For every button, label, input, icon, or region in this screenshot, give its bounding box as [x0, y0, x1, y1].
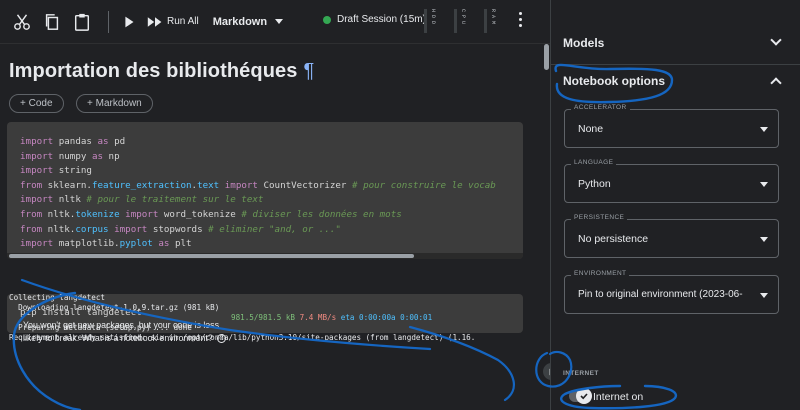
code-line: from nltk.tokenize import word_tokenize … [20, 208, 402, 220]
environment-note-text: You won't get new packages, but your cod… [23, 320, 219, 343]
persistence-select[interactable]: PERSISTENCE No persistence [564, 214, 779, 258]
code-line: import pandas as pd [20, 136, 126, 147]
notebook-toolbar: Run All Markdown [0, 0, 550, 44]
dropdown-arrow-icon [760, 182, 768, 187]
code-line: import string [20, 165, 92, 177]
run-all-button[interactable]: Run All [147, 16, 199, 28]
add-code-label: + Code [20, 98, 53, 109]
run-all-label: Run All [167, 16, 199, 27]
language-select[interactable]: LANGUAGE Python [564, 159, 779, 203]
divider [551, 64, 800, 65]
settings-panel: Models Notebook options ACCELERATOR None… [550, 0, 800, 410]
add-markdown-label: + Markdown [87, 98, 142, 109]
output-progress-eta: eta 0:00:00a 0:00:01 [340, 313, 433, 322]
notebook-scrollbar[interactable] [543, 44, 550, 410]
code-line: from nltk.corpus import stopwords # elim… [20, 223, 341, 235]
output-progress-speed: 7.4 MB/s [299, 313, 337, 322]
run-icon[interactable] [117, 10, 141, 34]
paste-icon[interactable] [70, 10, 94, 34]
heading-anchor-link[interactable]: ¶ [303, 60, 314, 82]
session-status[interactable]: Draft Session (15m) [323, 14, 426, 25]
accelerator-value: None [578, 123, 604, 135]
markdown-heading: Importation des bibliothéques ¶ [9, 60, 314, 83]
environment-label: ENVIRONMENT [571, 270, 630, 277]
ram-meter[interactable]: R A M [484, 9, 496, 33]
hdd-meter-bar [424, 9, 427, 33]
persistence-label: PERSISTENCE [571, 214, 628, 221]
scrollbar-thumb[interactable] [9, 254, 414, 258]
add-markdown-button[interactable]: + Markdown [76, 94, 153, 113]
dropdown-arrow-icon [760, 293, 768, 298]
output-line: Collecting langdetect [9, 293, 106, 302]
run-all-icon [147, 16, 162, 27]
code-line: import matplotlib.pyplot as plt [20, 238, 192, 250]
language-label: LANGUAGE [571, 159, 617, 166]
output-line: Downloading langdetect-1.0.9.tar.gz (981… [9, 303, 220, 312]
copy-icon[interactable] [40, 10, 64, 34]
cpu-meter-bar [454, 9, 457, 33]
code-line: from sklearn.feature_extraction.text imp… [20, 179, 496, 191]
horizontal-scrollbar[interactable] [7, 253, 523, 259]
notebook-cells-area: Importation des bibliothéques ¶ + Code + … [0, 44, 543, 410]
persistence-value: No persistence [578, 233, 649, 245]
markdown-heading-text: Importation des bibliothéques [9, 60, 298, 82]
help-icon[interactable]: ? [217, 334, 227, 344]
models-section-header[interactable]: Models [563, 36, 604, 50]
dropdown-arrow-icon [760, 237, 768, 242]
environment-value: Pin to original environment (2023-06- [578, 289, 743, 300]
add-code-button[interactable]: + Code [9, 94, 64, 113]
ram-meter-label: R A M [490, 9, 496, 25]
check-icon [576, 388, 592, 404]
session-status-dot [323, 15, 331, 24]
accelerator-select[interactable]: ACCELERATOR None [564, 104, 779, 148]
hdd-meter[interactable]: H D D [424, 9, 436, 33]
more-options-icon[interactable] [519, 12, 522, 27]
session-status-label: Draft Session (15m) [337, 14, 426, 25]
internet-toggle[interactable] [569, 388, 592, 404]
cpu-meter-label: C P U [460, 9, 466, 25]
ram-meter-bar [484, 9, 487, 33]
code-editor[interactable]: import pandas as pd import numpy as np i… [20, 135, 496, 252]
code-line: import numpy as np [20, 150, 120, 162]
notebook-options-header[interactable]: Notebook options [563, 74, 665, 88]
scrollbar-thumb[interactable] [544, 44, 549, 70]
kaggle-notebook-editor: Run All Markdown Draft Session (15m) H D… [0, 0, 800, 410]
language-value: Python [578, 178, 611, 190]
chevron-down-icon [275, 19, 284, 24]
cell-type-select[interactable]: Markdown [212, 15, 284, 28]
cpu-meter[interactable]: C P U [454, 9, 466, 33]
internet-section-label: INTERNET [563, 370, 599, 377]
chevron-down-icon[interactable] [770, 34, 782, 46]
hdd-meter-label: H D D [430, 9, 436, 25]
environment-select[interactable]: ENVIRONMENT Pin to original environment … [564, 270, 779, 314]
output-progress-sizes: 981.5/981.5 kB [231, 313, 296, 322]
code-cell-imports[interactable]: import pandas as pd import numpy as np i… [7, 122, 523, 259]
accelerator-label: ACCELERATOR [571, 104, 630, 111]
code-line: import nltk # pour le traitement sur le … [20, 194, 264, 206]
chevron-up-icon[interactable] [770, 77, 782, 89]
dropdown-arrow-icon [760, 127, 768, 132]
cell-type-value: Markdown [212, 15, 268, 28]
environment-help-text: You won't get new packages, but your cod… [23, 319, 233, 345]
scissors-icon[interactable] [10, 10, 34, 34]
internet-toggle-label: Internet on [593, 391, 644, 403]
toolbar-divider [108, 10, 109, 33]
